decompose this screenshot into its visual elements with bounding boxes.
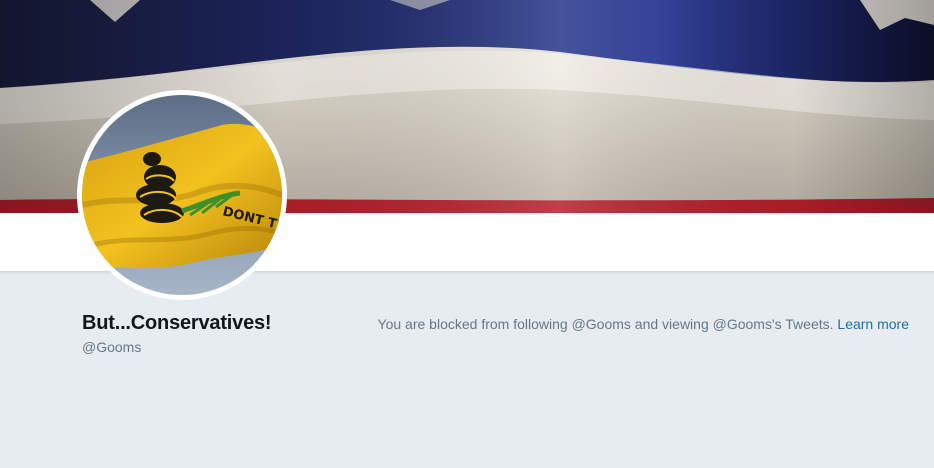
learn-more-link[interactable]: Learn more	[837, 316, 909, 332]
profile-avatar[interactable]: DONT TREAD ON ME	[77, 90, 287, 300]
profile-name: But...Conservatives!	[82, 312, 272, 334]
gadsden-flag-image: DONT TREAD ON ME	[82, 95, 282, 295]
blocked-notice-text: You are blocked from following @Gooms an…	[377, 316, 834, 332]
blocked-notice: You are blocked from following @Gooms an…	[378, 316, 909, 332]
profile-handle: @Gooms	[82, 339, 142, 355]
